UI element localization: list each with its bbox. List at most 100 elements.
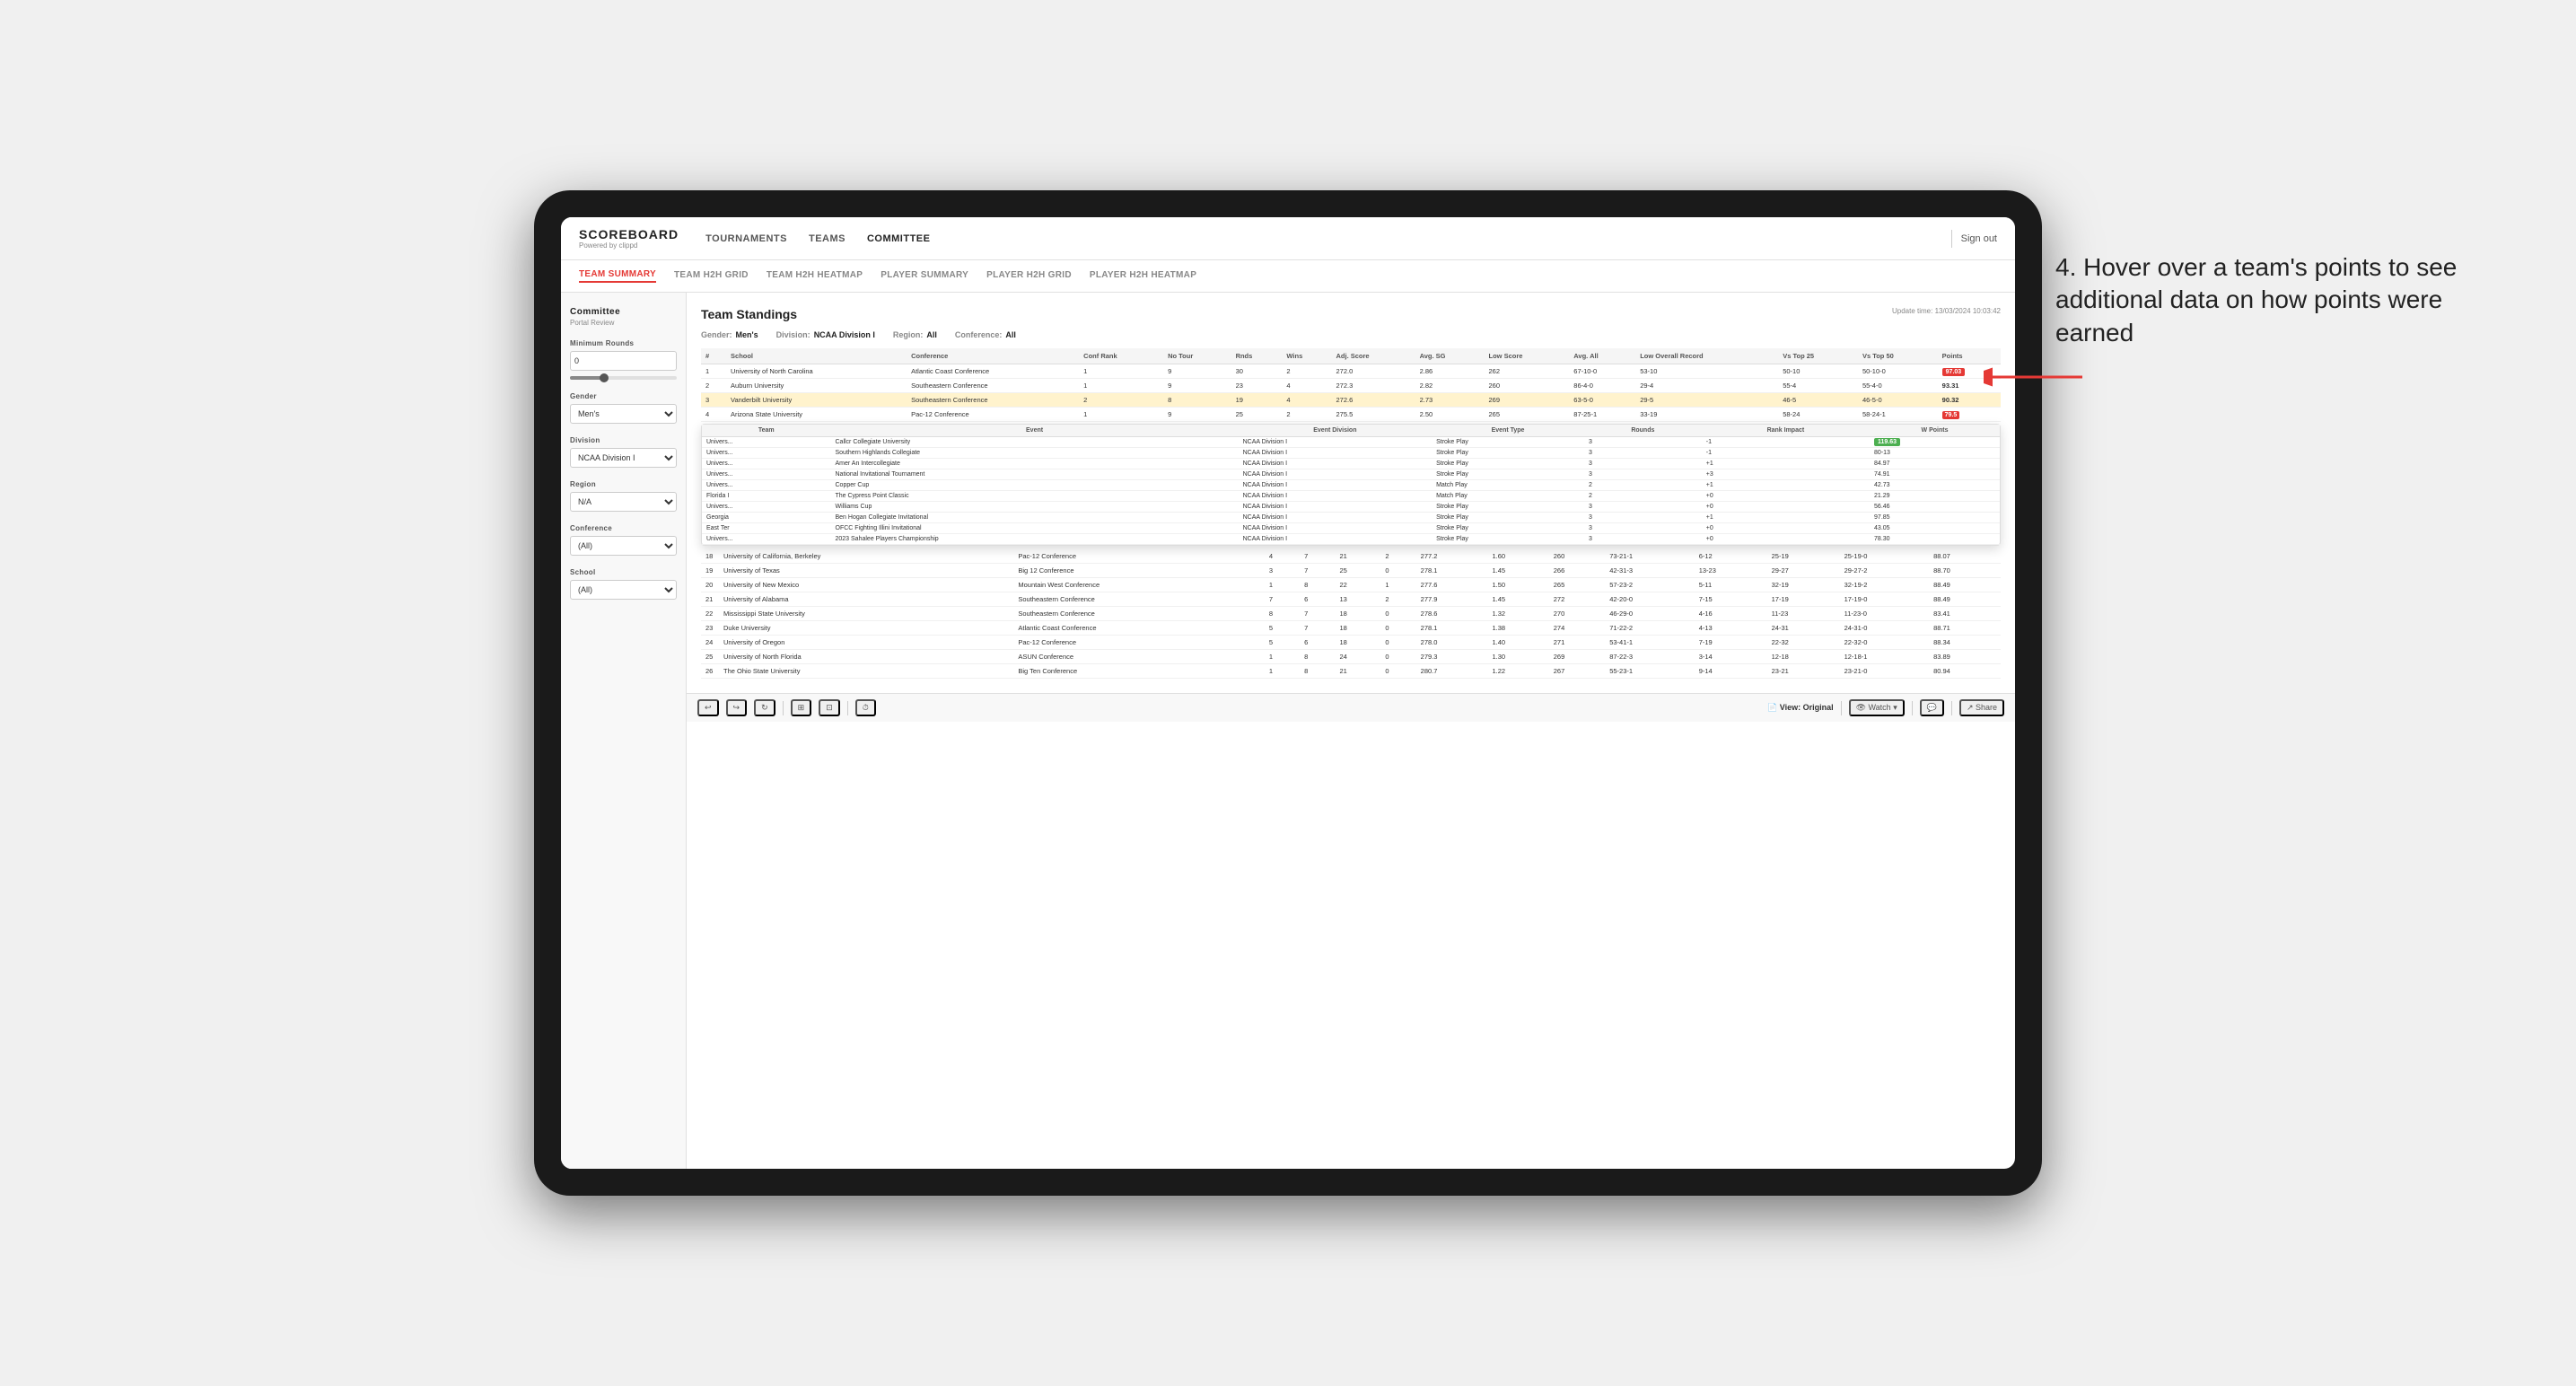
sidebar-division-label: Division — [570, 436, 677, 444]
tooltip-rank: -1 — [1702, 448, 1870, 459]
avg-all-cell: 87-25-1 — [1569, 408, 1635, 422]
school-cell: Vanderbilt University — [726, 393, 907, 408]
avg-sg-cell: 1.60 — [1488, 549, 1549, 564]
slider-track — [570, 376, 677, 380]
tooltip-rounds: 3 — [1584, 469, 1702, 480]
subnav-player-h2h-grid[interactable]: PLAYER H2H GRID — [986, 270, 1072, 282]
avg-sg-cell: 1.32 — [1488, 607, 1549, 621]
avg-all-cell: 55-23-1 — [1605, 664, 1694, 679]
logo-sub: Powered by clippd — [579, 241, 679, 250]
points-cell[interactable]: 80.94 — [1929, 664, 2001, 679]
points-cell[interactable]: 88.34 — [1929, 636, 2001, 650]
nav-committee[interactable]: COMMITTEE — [867, 233, 931, 244]
redo-button[interactable]: ↪ — [726, 699, 748, 716]
table-row-highlighted: 3 Vanderbilt University Southeastern Con… — [701, 393, 2001, 408]
min-rounds-input[interactable] — [570, 351, 677, 371]
tooltip-rank: -1 — [1702, 437, 1870, 448]
tooltip-rank: +1 — [1702, 513, 1870, 523]
conf-rank-cell: 4 — [1265, 549, 1300, 564]
watch-button[interactable]: 👁 Watch ▾ — [1849, 699, 1905, 716]
points-cell[interactable]: 88.49 — [1929, 592, 2001, 607]
subnav-player-summary[interactable]: PLAYER SUMMARY — [881, 270, 968, 282]
wins-cell: 2 — [1282, 408, 1331, 422]
filter-gender-label: Gender: — [701, 330, 732, 339]
points-cell[interactable]: 83.41 — [1929, 607, 2001, 621]
sign-out-link[interactable]: Sign out — [1961, 233, 1997, 244]
points-cell[interactable]: 88.49 — [1929, 578, 2001, 592]
tooltip-row: Georgia Ben Hogan Collegiate Invitationa… — [702, 513, 2000, 523]
paste-button[interactable]: ⊡ — [819, 699, 840, 716]
sidebar-division-section: Division NCAA Division I NCAA Division I… — [570, 436, 677, 468]
avg-sg-cell: 1.45 — [1488, 564, 1549, 578]
comment-button[interactable]: 💬 — [1920, 699, 1944, 716]
report-area: Team Standings Update time: 13/03/2024 1… — [687, 293, 2015, 693]
conference-select[interactable]: (All) — [570, 536, 677, 556]
tooltip-event: The Cypress Point Classic — [831, 491, 1239, 502]
tooltip-division: NCAA Division I — [1239, 469, 1432, 480]
points-cell[interactable]: 83.89 — [1929, 650, 2001, 664]
avg-all-cell: 67-10-0 — [1569, 364, 1635, 379]
points-cell[interactable]: 88.70 — [1929, 564, 2001, 578]
nav-tournaments[interactable]: TOURNAMENTS — [705, 233, 787, 244]
vs-top50-cell: 29-27-2 — [1840, 564, 1929, 578]
nav-teams[interactable]: TEAMS — [809, 233, 846, 244]
avg-all-cell: 57-23-2 — [1605, 578, 1694, 592]
tooltip-division: NCAA Division I — [1239, 523, 1432, 534]
vs-top25-cell: 24-31 — [1767, 621, 1840, 636]
avg-all-cell: 42-20-0 — [1605, 592, 1694, 607]
refresh-button[interactable]: ↻ — [754, 699, 775, 716]
points-cell[interactable]: 79.5 — [1938, 408, 2001, 422]
tooltip-event: National Invitational Tournament — [831, 469, 1239, 480]
copy-button[interactable]: ⊞ — [791, 699, 812, 716]
points-cell[interactable]: 88.07 — [1929, 549, 2001, 564]
undo-button[interactable]: ↩ — [697, 699, 719, 716]
avg-all-cell: 73-21-1 — [1605, 549, 1694, 564]
tooltip-wpoints: 43.05 — [1870, 523, 2000, 534]
avg-all-cell: 87-22-3 — [1605, 650, 1694, 664]
low-score-cell: 274 — [1549, 621, 1605, 636]
rnds-cell: 25 — [1335, 564, 1380, 578]
vs-top25-cell: 22-32 — [1767, 636, 1840, 650]
rank-cell: 25 — [701, 650, 719, 664]
wins-cell: 0 — [1380, 607, 1415, 621]
vs-top25-cell: 50-10 — [1778, 364, 1858, 379]
tours-cell: 8 — [1163, 393, 1231, 408]
subnav-team-h2h-grid[interactable]: TEAM H2H GRID — [674, 270, 749, 282]
share-button[interactable]: ↗ Share — [1959, 699, 2004, 716]
tours-cell: 6 — [1300, 636, 1335, 650]
subnav-team-summary[interactable]: TEAM SUMMARY — [579, 269, 656, 283]
adj-score-cell: 278.1 — [1416, 564, 1488, 578]
toolbar-separator — [783, 701, 784, 715]
tooltip-wpoints: 21.29 — [1870, 491, 2000, 502]
gender-select[interactable]: Men's Women's — [570, 404, 677, 424]
avg-sg-cell: 2.82 — [1415, 379, 1485, 393]
subnav-team-h2h-heatmap[interactable]: TEAM H2H HEATMAP — [767, 270, 863, 282]
adj-score-cell: 279.3 — [1416, 650, 1488, 664]
table-row: 24 University of Oregon Pac-12 Conferenc… — [701, 636, 2001, 650]
tooltip-event: Callcr Collegiate University — [831, 437, 1239, 448]
division-select[interactable]: NCAA Division I NCAA Division II — [570, 448, 677, 468]
tours-cell: 9 — [1163, 408, 1231, 422]
table-row: 23 Duke University Atlantic Coast Confer… — [701, 621, 2001, 636]
col-rank: # — [701, 348, 726, 364]
low-score-cell: 267 — [1549, 664, 1605, 679]
school-cell: University of Oregon — [719, 636, 1013, 650]
school-select[interactable]: (All) — [570, 580, 677, 600]
school-cell: Mississippi State University — [719, 607, 1013, 621]
slider-thumb[interactable] — [600, 373, 609, 382]
conf-rank-cell: 1 — [1079, 408, 1163, 422]
region-select[interactable]: N/A All — [570, 492, 677, 512]
adj-score-cell: 280.7 — [1416, 664, 1488, 679]
tooltip-col-event: Event — [831, 425, 1239, 437]
sidebar-region-section: Region N/A All — [570, 480, 677, 512]
tooltip-division: NCAA Division I — [1239, 480, 1432, 491]
subnav-player-h2h-heatmap[interactable]: PLAYER H2H HEATMAP — [1090, 270, 1196, 282]
conf-rank-cell: 1 — [1265, 664, 1300, 679]
overall-record-cell: 7-15 — [1695, 592, 1767, 607]
tooltip-row: Univers... Callcr Collegiate University … — [702, 437, 2000, 448]
conf-rank-cell: 5 — [1265, 621, 1300, 636]
points-cell[interactable]: 88.71 — [1929, 621, 2001, 636]
toolbar-separator-4 — [1912, 701, 1913, 715]
col-overall-record: Low Overall Record — [1635, 348, 1778, 364]
clock-button[interactable]: ⏱ — [855, 699, 876, 716]
